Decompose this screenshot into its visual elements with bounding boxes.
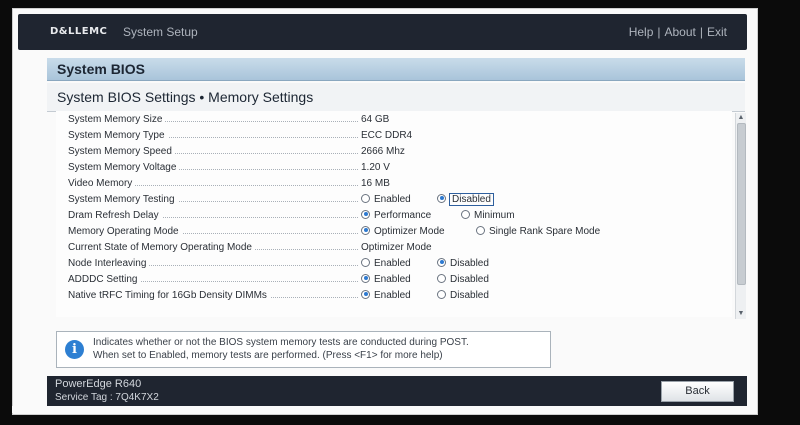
radio-selected-icon	[361, 273, 370, 283]
footer-bar: PowerEdge R640 Service Tag : 7Q4K7X2 Bac…	[47, 376, 747, 406]
radio-selected-icon	[437, 257, 446, 267]
setting-label: System Memory Size	[68, 114, 358, 125]
radio-icon	[461, 209, 470, 219]
exit-link[interactable]: Exit	[707, 25, 727, 39]
section-title: System BIOS	[57, 61, 145, 77]
settings-list: System Memory Size 64 GB System Memory T…	[56, 111, 732, 317]
memory-testing-enabled-radio[interactable]: Enabled	[361, 193, 411, 205]
scroll-up-icon[interactable]: ▲	[737, 114, 745, 122]
setting-row-adddc-setting: ADDDC Setting Enabled Disabled	[56, 272, 732, 288]
radio-selected-icon	[361, 209, 370, 219]
setting-row-current-state-memory-mode: Current State of Memory Operating Mode O…	[56, 240, 732, 256]
setting-label: Memory Operating Mode	[68, 226, 358, 237]
page-header: System BIOS Settings • Memory Settings	[47, 83, 745, 112]
info-icon: i	[65, 340, 84, 359]
dram-refresh-minimum-radio[interactable]: Minimum	[461, 209, 515, 221]
radio-selected-icon	[437, 193, 446, 203]
radio-selected-icon	[361, 225, 370, 235]
dell-emc-logo: D&LLEMC	[50, 26, 108, 37]
radio-icon	[437, 289, 446, 299]
setting-label: Current State of Memory Operating Mode	[68, 242, 358, 253]
setting-row-video-memory: Video Memory 16 MB	[56, 176, 732, 192]
node-interleaving-disabled-radio[interactable]: Disabled	[437, 257, 489, 269]
server-model: PowerEdge R640	[55, 378, 142, 390]
setting-value: ECC DDR4	[361, 130, 413, 141]
help-text-line: When set to Enabled, memory tests are pe…	[93, 350, 443, 361]
setting-label: Video Memory	[68, 178, 358, 189]
help-text: Indicates whether or not the BIOS system…	[93, 336, 543, 362]
setting-label: Node Interleaving	[68, 258, 358, 269]
dram-refresh-performance-radio[interactable]: Performance	[361, 209, 431, 221]
native-trfc-enabled-radio[interactable]: Enabled	[361, 289, 411, 301]
setting-label: Native tRFC Timing for 16Gb Density DIMM…	[68, 290, 358, 301]
service-tag: Service Tag : 7Q4K7X2	[55, 392, 159, 403]
back-button[interactable]: Back	[661, 381, 734, 402]
setting-row-system-memory-speed: System Memory Speed 2666 Mhz	[56, 144, 732, 160]
operating-mode-optimizer-radio[interactable]: Optimizer Mode	[361, 225, 445, 237]
help-panel: i Indicates whether or not the BIOS syst…	[56, 331, 551, 368]
radio-icon	[361, 193, 370, 203]
setting-value: 16 MB	[361, 178, 390, 189]
help-text-line: Indicates whether or not the BIOS system…	[93, 337, 469, 348]
help-link[interactable]: Help	[629, 25, 654, 39]
operating-mode-single-rank-spare-radio[interactable]: Single Rank Spare Mode	[476, 225, 600, 237]
radio-icon	[437, 273, 446, 283]
adddc-disabled-radio[interactable]: Disabled	[437, 273, 489, 285]
setting-label: System Memory Testing	[68, 194, 358, 205]
setting-row-system-memory-size: System Memory Size 64 GB	[56, 112, 732, 128]
setting-row-dram-refresh-delay: Dram Refresh Delay Performance Minimum	[56, 208, 732, 224]
radio-icon	[361, 257, 370, 267]
top-bar: D&LLEMC System Setup Help | About | Exit	[18, 14, 747, 50]
setting-row-native-trfc-timing: Native tRFC Timing for 16Gb Density DIMM…	[56, 288, 732, 304]
setting-value: 64 GB	[361, 114, 390, 125]
separator: |	[657, 25, 661, 39]
setting-row-memory-operating-mode: Memory Operating Mode Optimizer Mode Sin…	[56, 224, 732, 240]
setting-value: 2666 Mhz	[361, 146, 405, 157]
setting-label: System Memory Type	[68, 130, 358, 141]
scroll-thumb[interactable]	[737, 123, 746, 285]
setting-row-system-memory-type: System Memory Type ECC DDR4	[56, 128, 732, 144]
setting-row-node-interleaving: Node Interleaving Enabled Disabled	[56, 256, 732, 272]
setting-value: 1.20 V	[361, 162, 390, 173]
native-trfc-disabled-radio[interactable]: Disabled	[437, 289, 489, 301]
setting-row-system-memory-testing: System Memory Testing Enabled Disabled	[56, 192, 732, 208]
top-links: Help | About | Exit	[629, 25, 727, 39]
scrollbar[interactable]: ▲ ▼	[735, 113, 746, 319]
section-header: System BIOS	[47, 58, 745, 81]
setting-row-system-memory-voltage: System Memory Voltage 1.20 V	[56, 160, 732, 176]
node-interleaving-enabled-radio[interactable]: Enabled	[361, 257, 411, 269]
radio-icon	[476, 225, 485, 235]
page-title: System BIOS Settings • Memory Settings	[57, 89, 314, 105]
setting-label: System Memory Speed	[68, 146, 358, 157]
adddc-enabled-radio[interactable]: Enabled	[361, 273, 411, 285]
about-link[interactable]: About	[665, 25, 696, 39]
radio-selected-icon	[361, 289, 370, 299]
scroll-down-icon[interactable]: ▼	[737, 310, 745, 318]
memory-testing-disabled-radio[interactable]: Disabled	[437, 193, 494, 206]
screen-bottom-edge	[12, 406, 756, 413]
setting-value: Optimizer Mode	[361, 242, 432, 253]
setting-label: Dram Refresh Delay	[68, 210, 358, 221]
system-setup-title: System Setup	[123, 25, 198, 39]
separator: |	[699, 25, 703, 39]
setting-label: ADDDC Setting	[68, 274, 358, 285]
setting-label: System Memory Voltage	[68, 162, 358, 173]
